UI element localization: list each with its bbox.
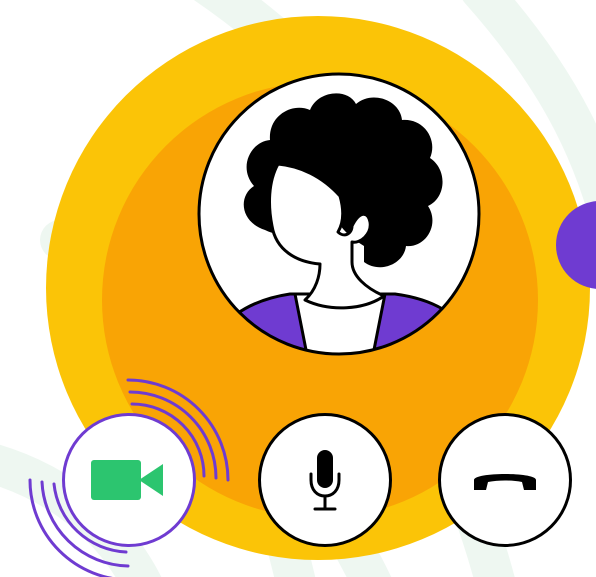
phone-hangup-icon [474,474,536,490]
video-toggle-button[interactable] [62,413,196,547]
hang-up-button[interactable] [438,413,572,547]
video-camera-icon [91,460,163,500]
microphone-icon [309,450,341,511]
microphone-button[interactable] [258,413,392,547]
